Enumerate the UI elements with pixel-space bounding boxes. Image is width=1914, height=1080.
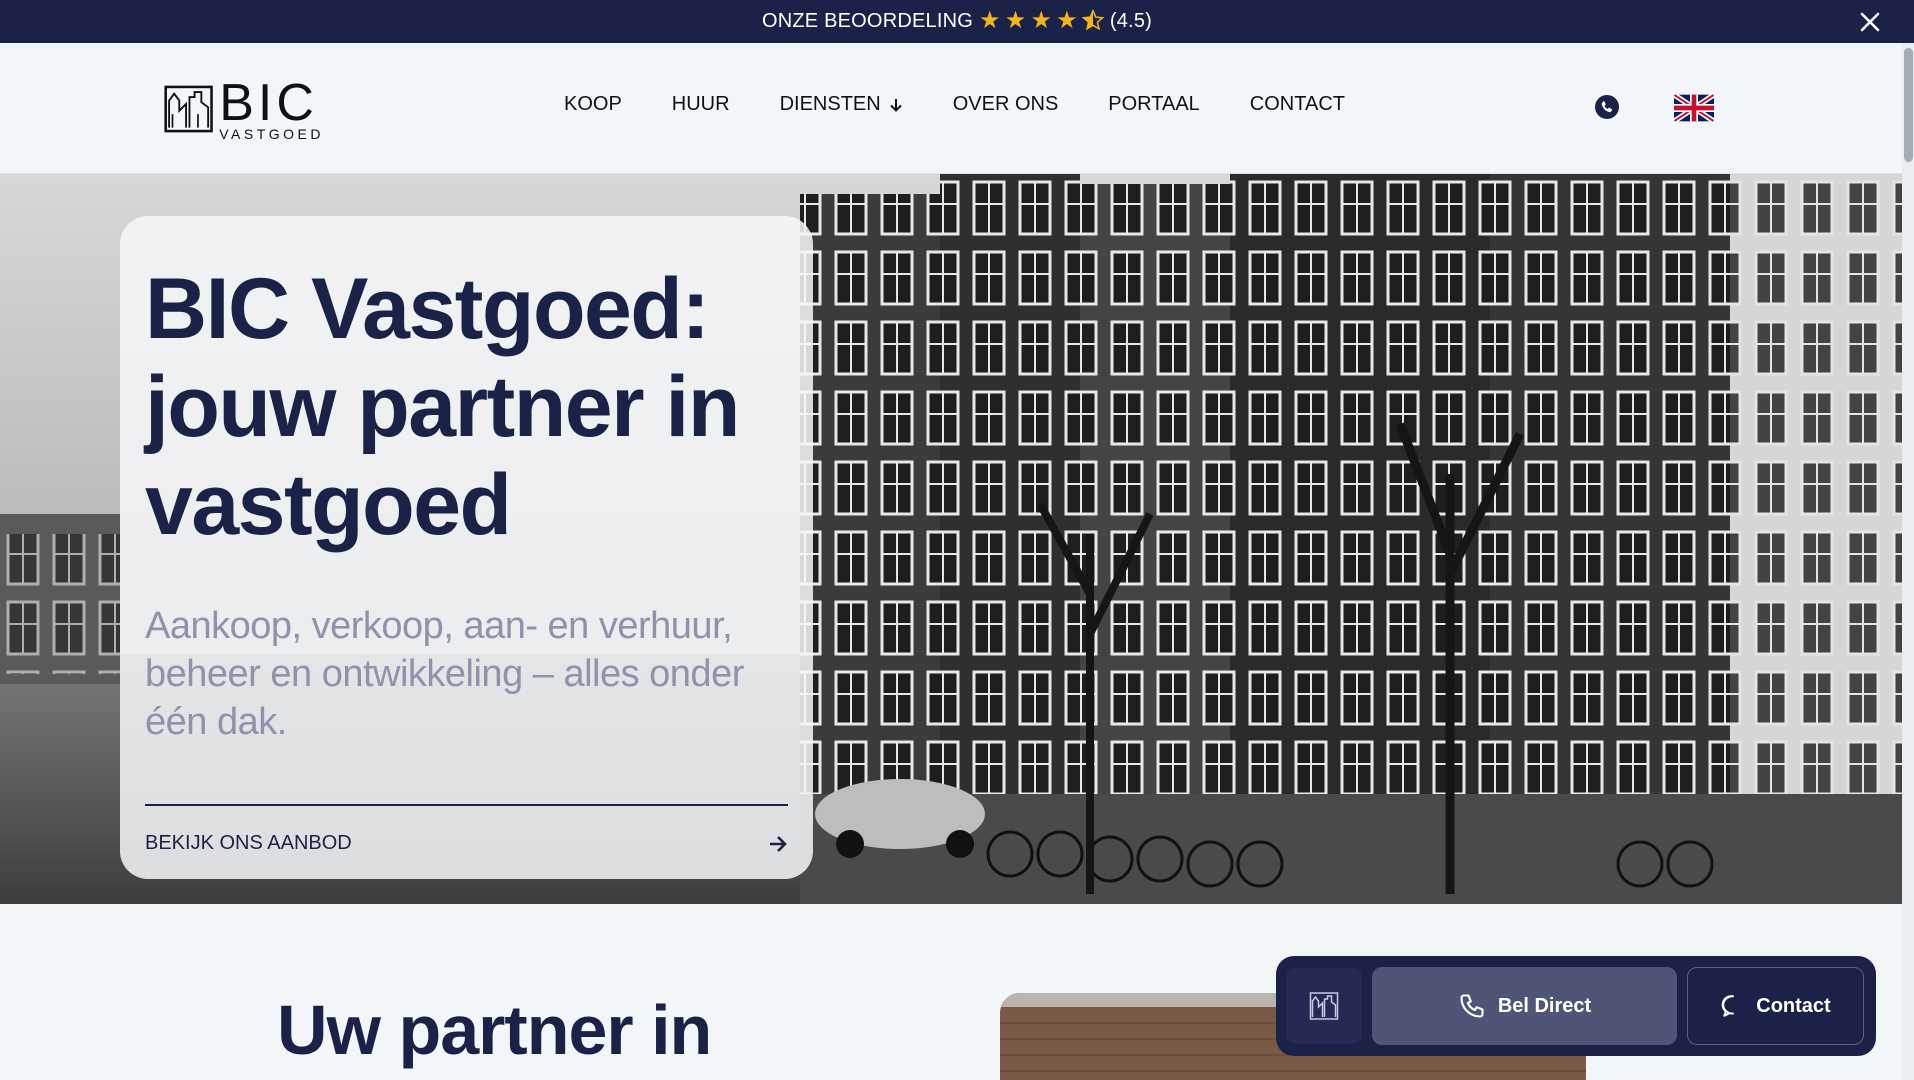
rating-label: ONZE BEOORDELING [761,10,973,32]
nav-label: OVER ONS [952,93,1059,115]
contact-button[interactable]: Contact [1687,967,1864,1045]
close-icon [1860,12,1880,32]
section-heading: Uw partner in [277,991,712,1069]
float-logo-button[interactable] [1286,968,1362,1044]
phone-icon [1460,994,1484,1018]
call-direct-label: Bel Direct [1497,994,1592,1017]
nav-label: HUUR [671,93,730,115]
half-star-icon [1081,8,1105,34]
view-offerings-link[interactable]: BEKIJK ONS AANBOD [145,804,788,855]
rating-value: (4.5) [1109,10,1152,32]
chevron-down-icon [889,98,902,112]
close-announcement-button[interactable] [1856,8,1884,36]
chat-bubble-icon [1721,995,1735,1017]
site-header: BIC VASTGOED KOOP HUUR DIENSTEN OVER ONS… [0,43,1902,174]
nav-item-diensten[interactable]: DIENSTEN [780,93,903,116]
uk-flag-icon [1674,93,1714,123]
building-logo-icon [1309,992,1339,1020]
nav-item-over-ons[interactable]: OVER ONS [953,93,1059,116]
contact-label: Contact [1756,994,1831,1017]
hero-card: BIC Vastgoed: jouw partner in vastgoed A… [120,216,813,879]
rating-stars: ★ ★ ★ ★ [979,7,1105,34]
logo-wordmark: BIC [219,74,318,132]
rating-announcement-bar: ONZE BEOORDELING ★ ★ ★ ★ (4.5) [0,0,1914,43]
page-scrollbar-track[interactable] [1902,43,1914,1080]
phone-button[interactable] [1594,94,1620,120]
main-navigation: KOOP HUUR DIENSTEN OVER ONS PORTAAL CONT… [564,93,1345,116]
site-logo[interactable]: BIC VASTGOED [164,74,324,142]
star-icon: ★ [1004,7,1027,34]
page-scrollbar-thumb[interactable] [1904,48,1913,162]
nav-item-contact[interactable]: CONTACT [1250,93,1345,116]
language-switch-button[interactable] [1674,93,1714,123]
hero-subtitle: Aankoop, verkoop, aan- en verhuur, behee… [145,605,744,743]
phone-icon [1595,95,1619,119]
building-logo-icon [164,85,213,133]
hero-title: BIC Vastgoed: jouw partner in vastgoed [145,261,740,553]
nav-label: KOOP [564,93,622,115]
nav-item-koop[interactable]: KOOP [564,93,622,116]
nav-item-portaal[interactable]: PORTAAL [1108,93,1200,116]
star-icon: ★ [1030,7,1053,34]
star-icon: ★ [979,7,1001,34]
nav-label: CONTACT [1249,93,1345,115]
nav-label: PORTAAL [1108,93,1200,115]
cta-label: BEKIJK ONS AANBOD [145,832,352,854]
arrow-right-icon [770,835,787,852]
star-icon: ★ [1056,7,1078,34]
nav-label: DIENSTEN [779,93,881,115]
floating-contact-bar: Bel Direct Contact [1276,956,1876,1056]
logo-subtitle: VASTGOED [219,126,324,142]
call-direct-button[interactable]: Bel Direct [1372,967,1677,1045]
nav-item-huur[interactable]: HUUR [672,93,730,116]
